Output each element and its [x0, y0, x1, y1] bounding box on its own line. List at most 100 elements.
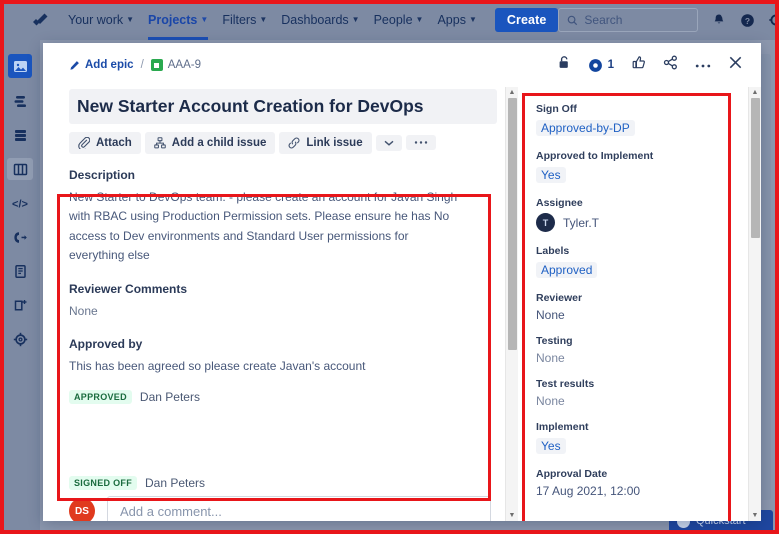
help-icon[interactable]: ? [740, 13, 755, 28]
sidebar-item-code[interactable]: </> [7, 192, 33, 214]
add-child-issue-button[interactable]: Add a child issue [144, 131, 276, 154]
nav-label: Apps [437, 13, 466, 27]
attach-label: Attach [96, 136, 132, 149]
field-reviewer: Reviewer None [536, 292, 736, 322]
sidebar-item-project-settings[interactable] [7, 328, 33, 350]
modal-header-actions: 1 [557, 55, 743, 75]
signed-off-by-name: Dan Peters [145, 476, 206, 491]
close-icon[interactable] [728, 55, 743, 75]
nav-projects[interactable]: Projects ▼ [148, 0, 209, 40]
nav-label: Projects [148, 13, 198, 27]
settings-gear-icon[interactable] [769, 13, 779, 27]
issue-key-link[interactable]: AAA-9 [150, 59, 201, 71]
scrollbar-thumb[interactable] [507, 98, 517, 350]
field-label: Implement [536, 421, 589, 433]
field-value[interactable]: 17 Aug 2021, 12:00 [536, 484, 736, 498]
search-icon [568, 15, 578, 25]
chevron-down-icon [384, 140, 394, 146]
add-epic-button[interactable]: Add epic [69, 59, 134, 71]
modal-body: New Starter Account Creation for DevOps … [43, 87, 761, 521]
link-issue-label: Link issue [306, 136, 363, 149]
chevron-down-icon: ▼ [351, 15, 360, 24]
assignee-name: Tyler.T [563, 215, 600, 230]
field-value[interactable]: Yes [536, 438, 566, 454]
notification-bell-icon[interactable] [712, 13, 726, 27]
field-approved-to-implement: Approved to Implement Yes [536, 150, 736, 184]
reviewer-comments-text[interactable]: None [69, 302, 461, 321]
field-value[interactable]: None [536, 351, 736, 365]
field-label: Approved to Implement [536, 150, 654, 162]
share-icon[interactable] [663, 55, 678, 75]
nav-filters[interactable]: Filters ▼ [222, 0, 267, 40]
scroll-down-arrow-icon[interactable]: ▼ [509, 510, 516, 521]
status-badge-signed-off: SIGNED OFF [69, 476, 138, 491]
scrollbar-track[interactable] [506, 98, 519, 510]
field-value[interactable]: Approved-by-DP [536, 120, 635, 136]
field-implement: Implement Yes [536, 421, 736, 455]
main-scrollbar[interactable]: ▲ ▼ [505, 87, 518, 521]
signed-off-badge-row: SIGNED OFF Dan Peters [69, 476, 491, 491]
project-avatar-icon[interactable] [8, 54, 32, 78]
add-comment-area: DS Add a comment... Pro tip: press M to … [69, 496, 505, 521]
child-issue-icon [154, 136, 166, 149]
comment-placeholder: Add a comment... [120, 503, 222, 519]
sidebar-item-backlog[interactable] [7, 124, 33, 146]
project-sidebar-rail: </> [0, 40, 40, 534]
breadcrumb: Add epic / AAA-9 [69, 59, 201, 71]
approved-by-name: Dan Peters [139, 390, 200, 405]
svg-text:</>: </> [12, 198, 28, 210]
top-nav-links: Your work ▼ Projects ▼ Filters ▼ Dashboa… [68, 0, 477, 40]
field-label: Approval Date [536, 468, 608, 480]
section-heading: Description [69, 167, 136, 182]
avatar: DS [69, 498, 95, 521]
sidebar-scrollbar[interactable]: ▲ ▼ [748, 87, 761, 521]
sidebar-item-board[interactable] [7, 158, 33, 180]
field-label: Assignee [536, 197, 583, 209]
field-value[interactable]: Yes [536, 167, 566, 183]
scrollbar-track[interactable] [749, 98, 762, 510]
link-issue-button[interactable]: Link issue [279, 131, 372, 154]
sidebar-item-pages[interactable] [7, 260, 33, 282]
attach-button[interactable]: Attach [69, 131, 141, 154]
nav-apps[interactable]: Apps ▼ [437, 0, 476, 40]
chevron-down-icon: ▼ [415, 15, 424, 24]
assignee-value[interactable]: T Tyler.T [536, 213, 736, 232]
chevron-down-icon: ▼ [126, 15, 135, 24]
sidebar-item-roadmap[interactable] [7, 90, 33, 112]
scroll-down-arrow-icon[interactable]: ▼ [752, 510, 759, 521]
create-button[interactable]: Create [494, 8, 559, 32]
nav-dashboards[interactable]: Dashboards ▼ [281, 0, 359, 40]
svg-text:?: ? [745, 16, 750, 26]
page-title[interactable]: New Starter Account Creation for DevOps [69, 89, 497, 124]
nav-label: Your work [68, 13, 124, 27]
search-input[interactable]: Search [558, 8, 699, 32]
nav-people[interactable]: People ▼ [374, 0, 424, 40]
field-value[interactable]: Approved [536, 262, 598, 278]
comment-input[interactable]: Add a comment... [107, 496, 491, 521]
nav-your-work[interactable]: Your work ▼ [68, 0, 134, 40]
field-value[interactable]: None [536, 394, 736, 408]
action-more-options-button[interactable] [405, 135, 436, 151]
description-text[interactable]: New Starter to DevOps team: - please cre… [69, 188, 461, 266]
more-options-icon[interactable] [695, 56, 711, 74]
scroll-up-arrow-icon[interactable]: ▲ [509, 87, 516, 98]
sidebar-item-releases[interactable] [7, 226, 33, 248]
field-label: Sign Off [536, 103, 577, 115]
grid-apps-icon[interactable] [14, 12, 18, 28]
field-approval-date: Approval Date 17 Aug 2021, 12:00 [536, 468, 736, 498]
unlock-icon[interactable] [557, 55, 571, 75]
scrollbar-thumb[interactable] [750, 98, 760, 238]
scroll-up-arrow-icon[interactable]: ▲ [752, 87, 759, 98]
watch-control[interactable]: 1 [588, 58, 614, 73]
sidebar-item-add[interactable] [7, 294, 33, 316]
section-heading: Reviewer Comments [69, 281, 188, 296]
action-more-dropdown[interactable] [375, 134, 402, 151]
jira-logo-icon[interactable] [30, 10, 50, 30]
thumbs-up-icon[interactable] [631, 55, 646, 75]
top-navigation-bar: Your work ▼ Projects ▼ Filters ▼ Dashboa… [0, 0, 779, 40]
issue-details-sidebar: Sign Off Approved-by-DP Approved to Impl… [518, 87, 748, 521]
sidebar-field-list: Sign Off Approved-by-DP Approved to Impl… [518, 87, 748, 498]
approved-by-text[interactable]: This has been agreed so please create Ja… [69, 357, 461, 376]
field-value[interactable]: None [536, 308, 736, 322]
field-labels: Labels Approved [536, 245, 736, 279]
